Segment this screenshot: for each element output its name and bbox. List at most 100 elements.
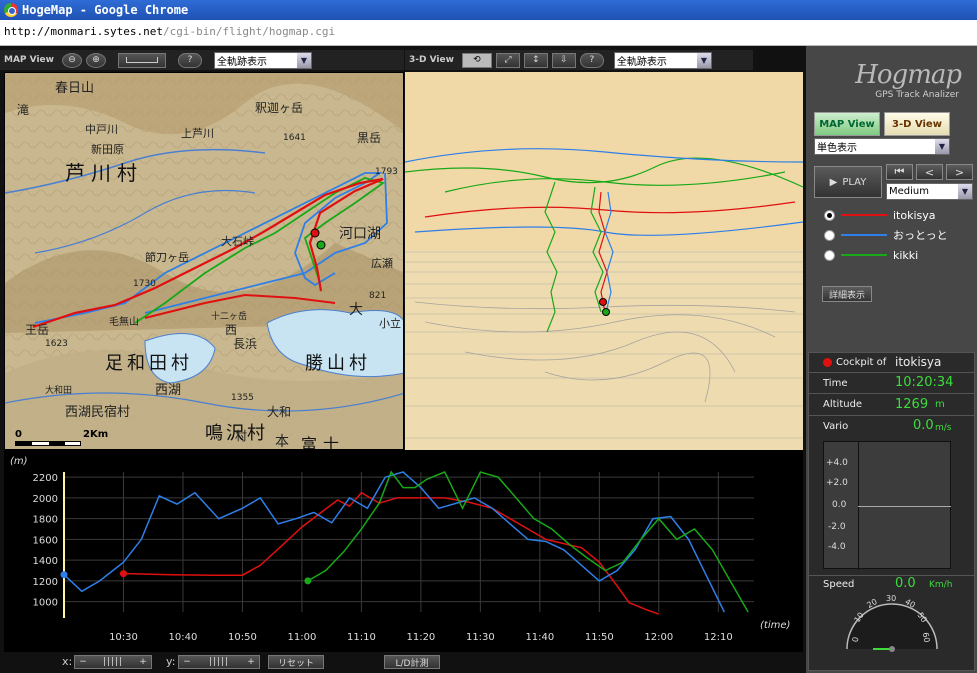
map-view-label: MAP View <box>4 55 54 65</box>
series-line-1 <box>63 471 725 613</box>
view3d-scene <box>405 72 803 450</box>
x-zoom-slider[interactable]: − ||||| + <box>74 655 152 669</box>
place-label: 西湖 <box>155 383 182 398</box>
speed-gauge: 0 10 20 30 40 50 60 <box>843 591 941 653</box>
y-zoom-minus[interactable]: − <box>179 657 195 667</box>
pilot-color-swatch <box>841 234 887 236</box>
pilot-row-itokisya[interactable]: itokisya <box>824 207 936 223</box>
color-mode-value: 単色表示 <box>817 143 857 154</box>
vario-meter: +4.0 +2.0 0.0 -2.0 -4.0 <box>823 441 951 570</box>
view3d-help-button[interactable]: ? <box>579 52 604 68</box>
x-axis-label: x: <box>62 655 73 668</box>
altitude-graph[interactable]: 2200 2000 1800 1600 1400 1200 1000 10:30 10:40 10… <box>4 450 803 652</box>
rotate-button[interactable]: ⟲ <box>461 52 492 68</box>
y-tick-label: 1000 <box>33 598 58 609</box>
expand-icon: ⤢ <box>504 55 512 65</box>
place-label: 大 <box>349 302 363 318</box>
pilot-dot-icon <box>823 358 832 367</box>
color-mode-select[interactable]: 単色表示 ▼ <box>814 138 950 155</box>
hogmap-logo: Hogmap <box>855 60 962 90</box>
altitude-chart: 2200 2000 1800 1600 1400 1200 1000 10:30 10:40 10… <box>10 456 790 643</box>
ruler-icon <box>125 57 158 63</box>
place-label: 1730 <box>133 279 156 289</box>
x-tick-label: 11:20 <box>406 632 435 643</box>
ld-measure-button[interactable]: L/D計測 <box>384 655 440 669</box>
map-track-select[interactable]: 全軌跡表示 ▼ <box>213 51 312 69</box>
step-back-button[interactable]: < <box>916 164 943 180</box>
place-label: 釈迦ヶ岳 <box>255 101 304 115</box>
time-row: Time 10:20:34 <box>809 373 974 394</box>
place-label: 本 <box>275 434 289 450</box>
pilot-name: itokisya <box>893 208 936 222</box>
place-label: 広瀬 <box>371 257 393 270</box>
y-tick-label: 1400 <box>33 556 58 567</box>
pilot-row-kikki[interactable]: kikki <box>824 247 918 263</box>
place-label: 上芦川 <box>181 127 214 140</box>
view3d-track-select[interactable]: 全軌跡表示 ▼ <box>613 51 712 69</box>
play-button[interactable]: ▶ PLAY <box>814 166 882 198</box>
cockpit-pilot: itokisya <box>895 355 942 369</box>
pilot-color-swatch <box>841 254 887 256</box>
x-tick-label: 10:50 <box>228 632 257 643</box>
pilot-row-ottotto[interactable]: おっとっと <box>824 227 948 243</box>
measure-ruler-button[interactable] <box>117 52 166 68</box>
down-arrow-icon: ⇩ <box>560 55 568 65</box>
time-value: 10:20:34 <box>895 375 954 390</box>
view3d-canvas[interactable] <box>405 72 803 450</box>
cockpit-header: Cockpit of itokisya <box>809 353 974 373</box>
playback-speed-select[interactable]: Medium ▼ <box>886 183 973 200</box>
vario-tick: 0.0 <box>832 500 847 510</box>
x-tick-label: 11:10 <box>347 632 376 643</box>
x-tick-label: 11:40 <box>525 632 554 643</box>
window-titlebar: HogeMap - Google Chrome <box>0 0 977 20</box>
chevron-down-icon: ▼ <box>958 184 972 199</box>
gauge-tick: 30 <box>886 594 897 603</box>
url-path: /cgi-bin/flight/hogmap.cgi <box>162 25 336 38</box>
place-label: 滝 <box>17 103 30 117</box>
map-help-button[interactable]: ? <box>177 52 202 68</box>
y-zoom-plus[interactable]: + <box>243 657 259 667</box>
tilt-button[interactable]: ↕ <box>523 52 548 68</box>
pilot-radio[interactable] <box>824 249 835 261</box>
reset-button[interactable]: リセット <box>268 655 324 669</box>
place-label: 中戸川 <box>85 123 118 136</box>
x-tick-label: 10:40 <box>169 632 198 643</box>
rotate-icon: ⟲ <box>473 55 481 65</box>
x-zoom-plus[interactable]: + <box>135 657 151 667</box>
tab-map-view[interactable]: MAP View <box>814 112 880 136</box>
place-label: 足和田村 <box>105 353 193 374</box>
place-label: 小立 <box>379 317 401 330</box>
step-forward-button[interactable]: > <box>946 164 973 180</box>
place-label: 1641 <box>283 133 306 143</box>
view3d-track-select-value: 全軌跡表示 <box>616 56 667 68</box>
pilot-radio[interactable] <box>824 209 835 221</box>
altitude-label: Altitude <box>823 399 863 410</box>
pilot-radio[interactable] <box>824 229 835 241</box>
expand-button[interactable]: ⤢ <box>495 52 520 68</box>
altitude-unit: m <box>935 399 945 410</box>
place-label: 西湖民宿村 <box>65 405 131 420</box>
zoom-in-button[interactable]: ⊕ <box>85 52 106 68</box>
address-bar[interactable]: http://monmari.sytes.net/cgi-bin/flight/… <box>0 20 977 46</box>
skip-start-button[interactable]: ⏮ <box>886 164 913 180</box>
place-label: 大和 <box>267 405 292 419</box>
place-label: 節刀ヶ岳 <box>145 251 189 264</box>
series-marker-1 <box>119 570 127 578</box>
zoom-out-button[interactable]: ⊖ <box>61 52 82 68</box>
scale-bar <box>15 441 81 446</box>
altitude-row: Altitude 1269 m <box>809 394 974 416</box>
topographic-map[interactable]: 春日山 中戸川 新田原 芦川村 上芦川 釈迦ヶ岳 1641 黒岳 1793 節刀… <box>4 72 404 450</box>
y-zoom-slider[interactable]: − ||||| + <box>178 655 260 669</box>
slider-grip-icon: ||||| <box>102 657 124 667</box>
pilot-name: おっとっと <box>893 229 948 242</box>
vario-label: Vario <box>823 421 849 432</box>
place-label: 春日山 <box>55 81 95 96</box>
place-label: 芦川村 <box>65 161 143 185</box>
x-zoom-minus[interactable]: − <box>75 657 91 667</box>
tab-3d-view[interactable]: 3-D View <box>884 112 950 136</box>
lower-button[interactable]: ⇩ <box>551 52 576 68</box>
details-button[interactable]: 詳細表示 <box>822 286 872 302</box>
chevron-down-icon: ▼ <box>696 52 711 68</box>
vario-tick: +2.0 <box>826 478 848 488</box>
vario-value: 0.0 <box>913 418 934 433</box>
